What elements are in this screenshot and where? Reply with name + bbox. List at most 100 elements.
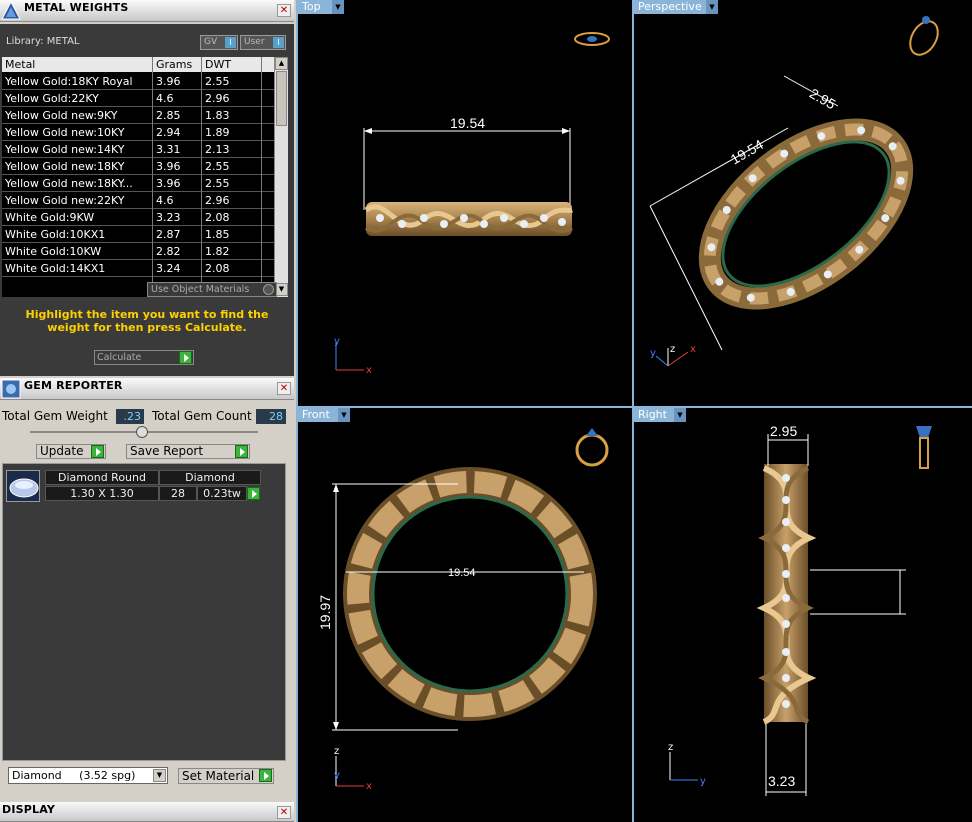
viewport-front[interactable]: 19.54 19.97 z y x Front ▼ [298,408,632,822]
svg-text:y: y [334,336,340,347]
set-material-label: Set Material [182,769,255,783]
scrollbar-thumb[interactable] [276,71,287,126]
table-row[interactable]: Yellow Gold new:18KY... 3.96 2.55 [2,175,274,192]
scroll-up-icon[interactable]: ▲ [275,57,288,70]
metal-name-cell: Yellow Gold new:10KY [5,126,125,139]
viewport-top[interactable]: 19.54 y x Top ▼ [298,0,632,406]
chevron-down-icon[interactable]: ▼ [338,408,350,422]
table-row[interactable]: Yellow Gold new:18KY 3.96 2.55 [2,158,274,175]
slider-knob[interactable] [136,426,148,438]
gem-slider[interactable] [30,426,258,438]
viewport-top-tab[interactable]: Top ▼ [298,0,344,14]
close-icon[interactable]: ✕ [277,4,291,17]
use-object-materials-checkbox[interactable]: Use Object Materials [147,282,277,297]
chevron-down-icon[interactable]: ▼ [153,769,166,782]
use-object-materials-label: Use Object Materials [151,284,250,295]
chevron-down-icon[interactable]: ▼ [674,408,686,422]
dwt-cell: 2.55 [205,160,230,173]
display-title: DISPLAY [2,803,56,816]
table-row[interactable]: Yellow Gold new:10KY 2.94 1.89 [2,124,274,141]
viewport-right-tab[interactable]: Right ▼ [634,408,686,422]
viewport-area: 19.54 y x Top ▼ 19.54 2.95 y z x Perspec… [296,0,972,822]
gem-reporter-titlebar[interactable]: GEM REPORTER ✕ [0,378,294,400]
svg-text:y: y [650,348,656,359]
table-row[interactable]: White Gold:9KW 3.23 2.08 [2,209,274,226]
gem-reporter-body: Total Gem Weight .23 Total Gem Count 28 … [0,402,294,800]
grams-cell: 3.96 [156,177,181,190]
play-icon[interactable] [179,351,192,364]
set-material-button[interactable]: Set Material [178,768,274,784]
diamond-round-icon[interactable] [6,470,40,502]
metal-name-cell: Yellow Gold new:18KY [5,160,125,173]
checkbox-icon[interactable] [263,284,274,295]
metal-table-scrollbar[interactable]: ▲ ▼ [274,57,288,297]
display-titlebar[interactable]: DISPLAY ✕ [0,802,294,822]
grams-cell: 2.85 [156,109,181,122]
grams-cell: 3.31 [156,143,181,156]
metal-name-cell: White Gold:10KX1 [5,228,106,241]
metal-table: Metal Grams DWT Yellow Gold:18KY Royal 3.… [2,57,288,297]
gv-toggle[interactable]: GV I [200,35,238,50]
metal-name-cell: White Gold:14KX1 [5,262,106,275]
dwt-cell: 2.96 [205,194,230,207]
metal-weights-body: Library: METAL GV I User I Metal Grams DWT… [0,24,294,376]
gem-size-cell[interactable]: 1.30 X 1.30 [45,486,159,501]
gem-shape-cell[interactable]: Diamond Round [45,470,159,485]
play-icon[interactable] [259,769,272,782]
calculate-button[interactable]: Calculate [94,350,194,365]
viewport-right[interactable]: 2.95 3.23 z y Right ▼ [634,408,972,822]
gv-toggle-icon: I [225,37,236,48]
table-row[interactable]: Yellow Gold new:22KY 4.6 2.96 [2,192,274,209]
metal-name-cell: Yellow Gold new:18KY... [5,177,133,190]
svg-text:y: y [700,776,706,787]
update-button[interactable]: Update [36,444,106,459]
table-row[interactable]: White Gold:10KW 2.82 1.82 [2,243,274,260]
gem-weight-cell[interactable]: 0.23tw [197,486,247,501]
table-row[interactable]: Yellow Gold new:9KY 2.85 1.83 [2,107,274,124]
user-toggle[interactable]: User I [240,35,286,50]
axis-gizmo-icon: y x [334,336,372,376]
save-report-button[interactable]: Save Report [126,444,250,459]
metal-name-cell: White Gold:9KW [5,211,95,224]
gem-count-cell[interactable]: 28 [159,486,197,501]
table-row[interactable]: Yellow Gold:18KY Royal 3.96 2.55 [2,73,274,90]
play-icon[interactable] [235,445,248,458]
viewport-perspective-tab[interactable]: Perspective ▼ [634,0,718,14]
svg-text:z: z [668,742,673,753]
metal-weights-titlebar[interactable]: METAL WEIGHTS ✕ [0,0,294,22]
table-row[interactable]: Yellow Gold new:14KY 3.31 2.13 [2,141,274,158]
front-height-dimension: 19.97 [317,595,333,630]
grams-cell: 2.94 [156,126,181,139]
close-icon[interactable]: ✕ [277,382,291,395]
viewport-perspective[interactable]: 19.54 2.95 y z x Perspective ▼ [634,0,972,406]
play-icon[interactable] [247,487,260,500]
chevron-down-icon[interactable]: ▼ [332,0,344,14]
total-gem-weight-label: Total Gem Weight [2,409,108,423]
dwt-cell: 2.55 [205,75,230,88]
table-row[interactable]: White Gold:10KX1 2.87 1.85 [2,226,274,243]
perspective-view-canvas: 19.54 2.95 y z x [649,16,939,367]
close-icon[interactable]: ✕ [277,806,291,819]
table-row[interactable]: White Gold:14KX1 3.24 2.08 [2,260,274,277]
column-header-dwt[interactable]: DWT [205,58,231,71]
top-ring-thumbnail-icon [574,32,610,46]
material-select[interactable]: Diamond (3.52 spg) ▼ [8,767,168,784]
column-header-grams[interactable]: Grams [156,58,192,71]
column-divider [152,57,153,297]
user-toggle-icon: I [273,37,284,48]
grams-cell: 2.87 [156,228,181,241]
left-panel: METAL WEIGHTS ✕ Library: METAL GV I User I… [0,0,296,822]
axis-gizmo-icon: z y [668,742,706,787]
gem-reporter-title: GEM REPORTER [24,379,123,392]
column-header-metal[interactable]: Metal [5,58,35,71]
gem-material-cell[interactable]: Diamond [159,470,261,485]
update-label: Update [40,444,84,458]
library-label: Library: METAL [6,36,80,47]
svg-text:z: z [334,746,339,757]
user-label: User [244,37,265,47]
total-gem-weight-value: .23 [116,409,144,424]
table-row[interactable]: Yellow Gold:22KY 4.6 2.96 [2,90,274,107]
viewport-front-tab[interactable]: Front ▼ [298,408,350,422]
chevron-down-icon[interactable]: ▼ [706,0,718,14]
play-icon[interactable] [91,445,104,458]
